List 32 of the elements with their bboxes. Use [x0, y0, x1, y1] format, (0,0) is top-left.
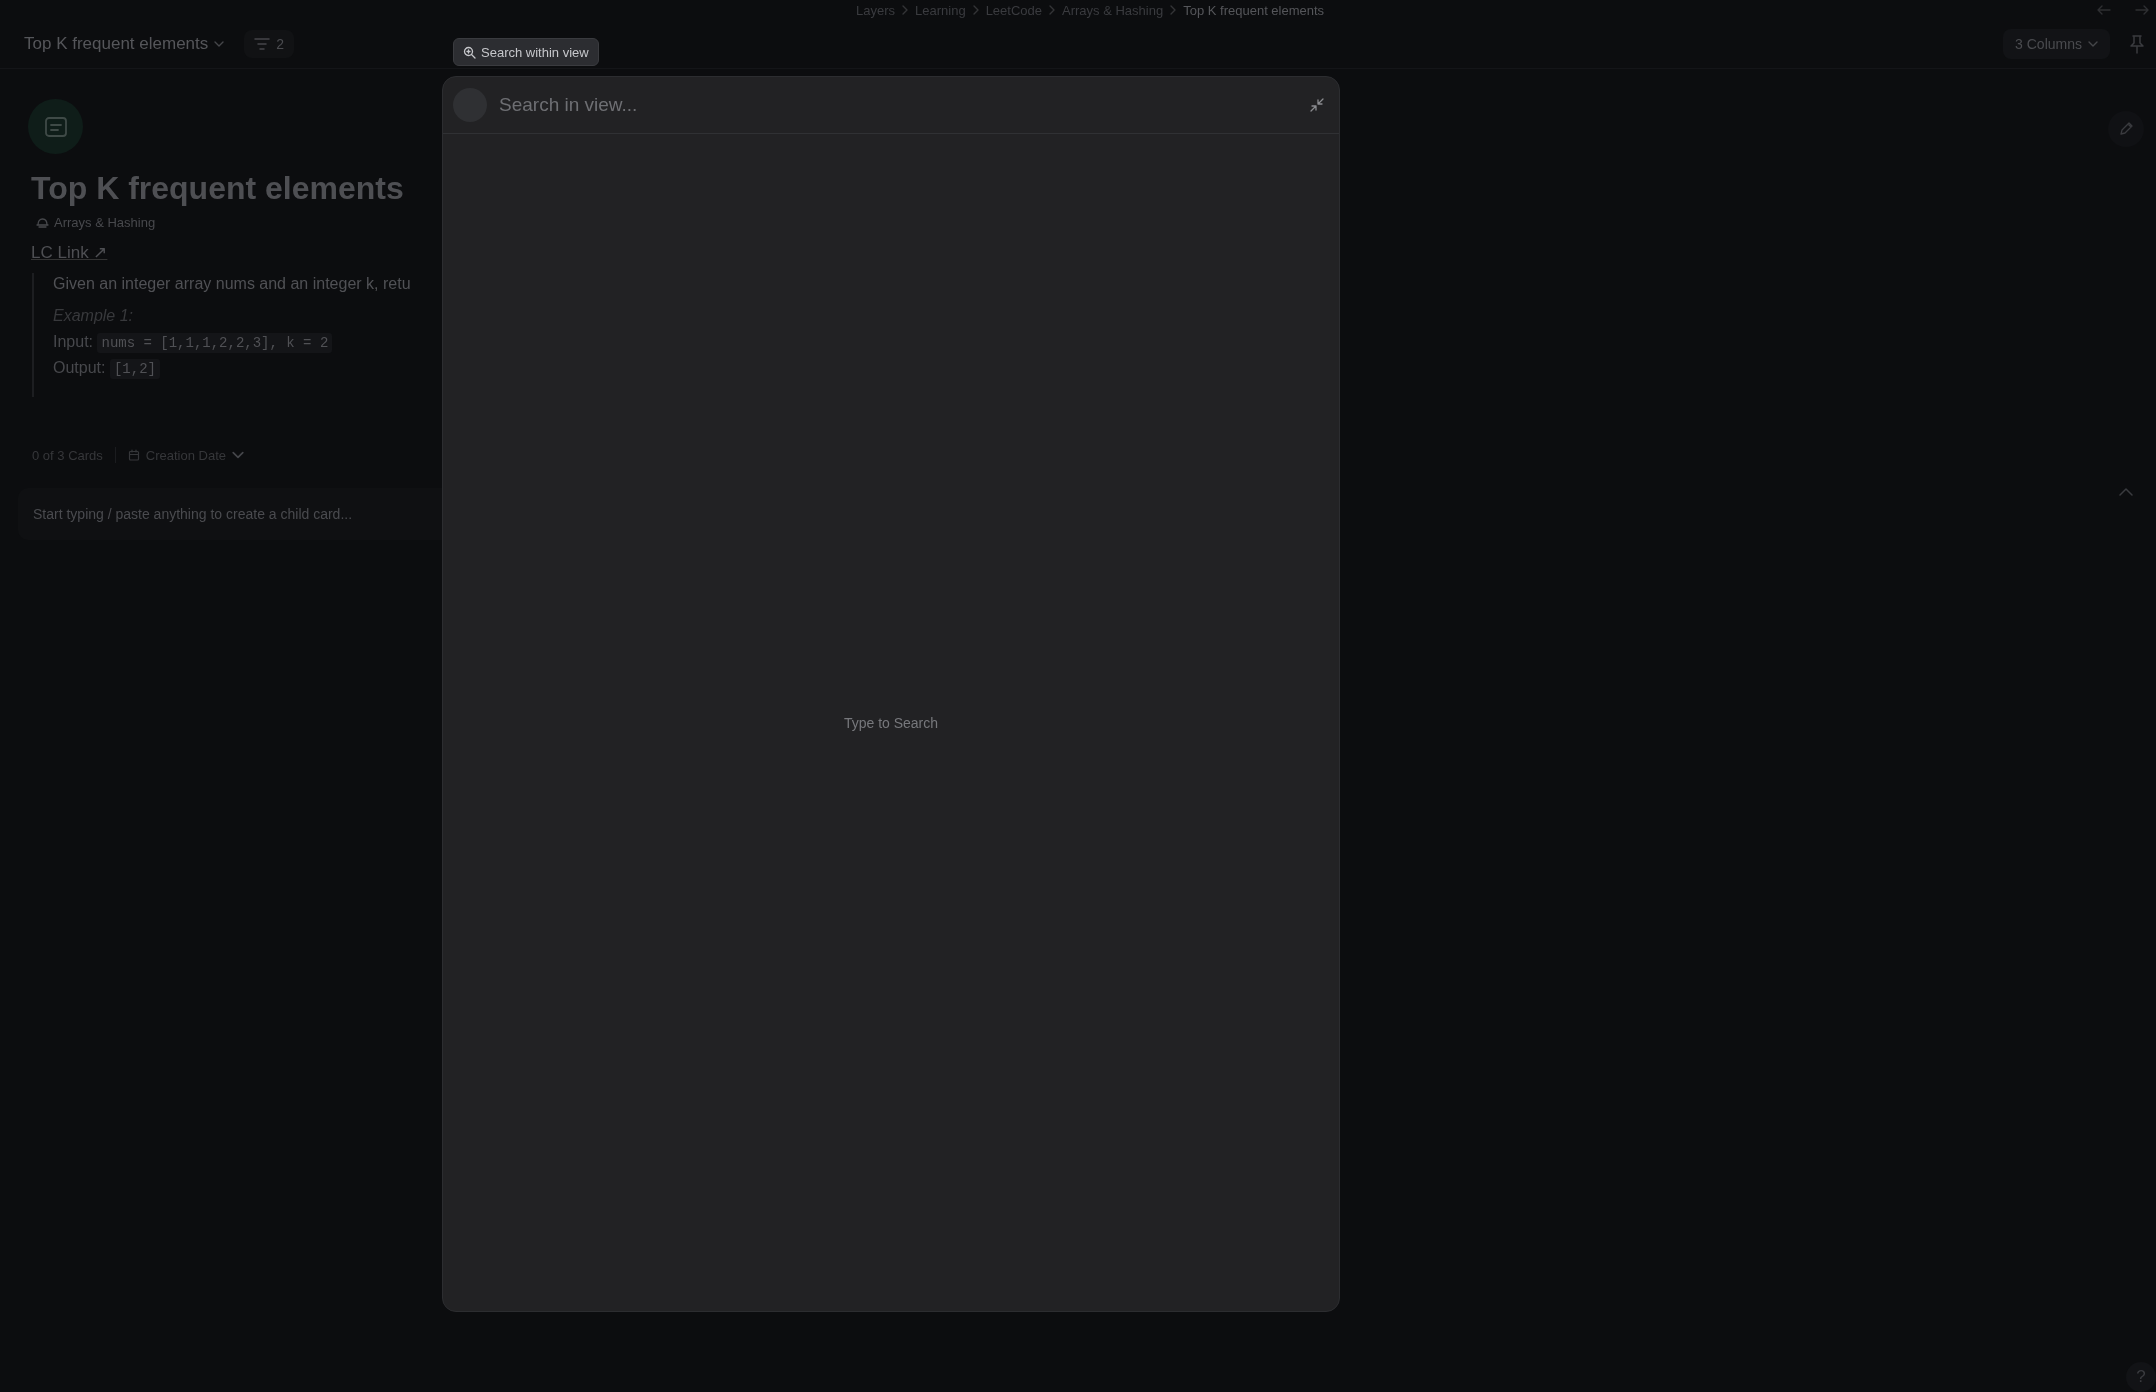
- chevron-icon: [1048, 5, 1057, 15]
- example-line: Output: [1,2]: [53, 359, 2096, 377]
- filter-button[interactable]: 2: [244, 30, 295, 58]
- columns-dropdown[interactable]: 3 Columns: [2003, 29, 2110, 59]
- minimize-icon: [1309, 97, 1325, 113]
- pencil-icon: [2118, 121, 2134, 137]
- tag-label: Arrays & Hashing: [54, 215, 156, 230]
- view-title-dropdown[interactable]: Top K frequent elements: [24, 34, 225, 54]
- help-button[interactable]: ?: [2126, 1362, 2156, 1392]
- chevron-icon: [901, 5, 910, 15]
- caret-icon: [2088, 40, 2098, 48]
- description-text: Given an integer array nums and an integer k, retu: [53, 275, 412, 293]
- filter-icon: [254, 37, 271, 51]
- caret-icon: [214, 40, 225, 48]
- empty-state-text: Type to Search: [843, 714, 939, 731]
- chevron-icon: [971, 5, 980, 15]
- caret-icon: [232, 449, 245, 461]
- example-line: Input: nums = [1,1,1,2,2,3], k = 2: [53, 333, 2096, 351]
- zoom-search-icon: [463, 45, 476, 59]
- pin-icon: [2128, 34, 2146, 54]
- note-icon: [43, 115, 68, 138]
- back-arrow-icon: [2096, 3, 2112, 17]
- forward-arrow-icon: [2134, 3, 2150, 17]
- chevron-icon: [1169, 5, 1178, 15]
- search-input[interactable]: Search in view...: [499, 94, 1297, 116]
- edit-button[interactable]: [2108, 111, 2144, 147]
- breadcrumb-item[interactable]: Top K frequent elements: [1183, 2, 1325, 18]
- tooltip-text: Search within view: [481, 44, 589, 60]
- external-link[interactable]: LC Link ↗: [31, 242, 108, 263]
- card-title: Top K frequent elements: [31, 170, 405, 207]
- calendar-icon: [127, 449, 140, 461]
- caret-up-icon: [2119, 487, 2133, 497]
